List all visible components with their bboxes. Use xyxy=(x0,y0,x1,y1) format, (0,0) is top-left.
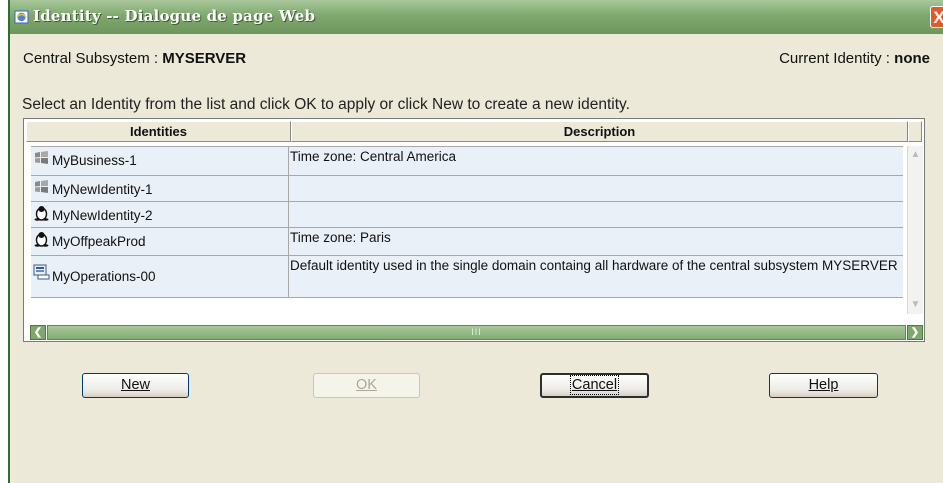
scroll-up-icon[interactable]: ▲ xyxy=(908,148,923,162)
linux-icon xyxy=(34,206,49,221)
help-button[interactable]: Help xyxy=(769,373,878,398)
description-cell xyxy=(289,202,903,227)
new-button[interactable]: New xyxy=(82,373,189,398)
table-row[interactable]: MyNewIdentity-2 xyxy=(31,201,903,227)
linux-icon xyxy=(34,232,49,247)
table-row[interactable]: MyBusiness-1 Time zone: Central America xyxy=(31,146,903,175)
column-header-description[interactable]: Description xyxy=(291,121,908,142)
table-row[interactable]: MyNewIdentity-1 xyxy=(31,175,903,201)
vertical-scrollbar[interactable]: ▲ ▼ xyxy=(907,146,923,314)
windows-icon xyxy=(35,180,48,193)
identity-cell: MyOperations-00 xyxy=(31,256,289,297)
identity-cell: MyOffpeakProd xyxy=(31,228,289,255)
cancel-button[interactable]: Cancel xyxy=(540,373,649,398)
central-subsystem-label: Central Subsystem : MYSERVER xyxy=(23,50,247,67)
scroll-thumb[interactable]: III xyxy=(47,325,906,340)
identity-cell: MyNewIdentity-1 xyxy=(31,176,289,201)
current-identity-label: Current Identity : none xyxy=(779,50,930,67)
horizontal-scrollbar[interactable]: ❮ III ❯ xyxy=(30,325,923,340)
identity-cell: MyBusiness-1 xyxy=(31,147,289,175)
identities-grid: Identities Description MyBusiness-1 Time… xyxy=(23,118,925,342)
close-button[interactable]: X xyxy=(930,6,943,28)
column-header-filler xyxy=(908,121,922,142)
identity-name: MyOperations-00 xyxy=(52,269,156,284)
description-cell: Time zone: Paris xyxy=(290,230,391,245)
central-subsystem-value: MYSERVER xyxy=(162,50,247,67)
window-title: Identity -- Dialogue de page Web xyxy=(33,7,316,25)
grid-header: Identities Description xyxy=(26,121,922,142)
description-cell: Default identity used in the single doma… xyxy=(290,258,898,273)
table-row[interactable]: MyOperations-00 Default identity used in… xyxy=(31,255,903,298)
identity-name: MyBusiness-1 xyxy=(52,153,137,168)
windows-icon xyxy=(35,151,48,164)
server-icon xyxy=(33,264,50,280)
scroll-down-icon[interactable]: ▼ xyxy=(908,298,923,312)
description-cell: Time zone: Central America xyxy=(290,149,457,164)
identity-cell: MyNewIdentity-2 xyxy=(31,202,289,227)
current-identity-value: none xyxy=(894,50,930,67)
ok-button: OK xyxy=(313,373,420,398)
ie-page-icon xyxy=(14,10,29,24)
scroll-left-icon[interactable]: ❮ xyxy=(30,325,46,340)
identity-name: MyOffpeakProd xyxy=(52,234,146,249)
identity-name: MyNewIdentity-2 xyxy=(52,208,153,223)
instruction-text: Select an Identity from the list and cli… xyxy=(22,96,630,113)
description-cell xyxy=(289,176,903,201)
title-bar[interactable]: Identity -- Dialogue de page Web X xyxy=(10,0,943,34)
column-header-identities[interactable]: Identities xyxy=(26,121,291,142)
identity-name: MyNewIdentity-1 xyxy=(52,182,153,197)
dialog-window: Identity -- Dialogue de page Web X Centr… xyxy=(8,0,943,483)
scroll-right-icon[interactable]: ❯ xyxy=(907,325,923,340)
table-row[interactable]: MyOffpeakProd Time zone: Paris xyxy=(31,227,903,255)
